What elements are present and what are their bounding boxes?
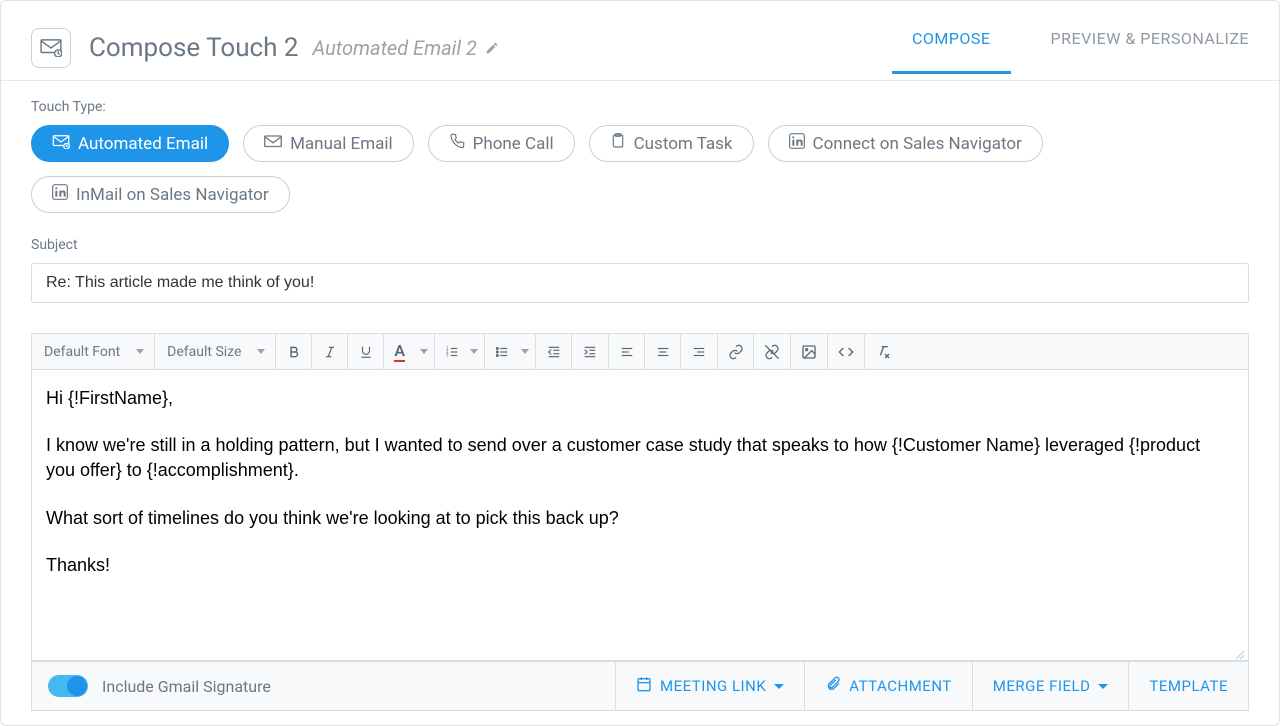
touch-type-connect-sales-nav[interactable]: Connect on Sales Navigator <box>768 125 1043 162</box>
clear-formatting-button[interactable] <box>865 334 901 370</box>
text-color-button[interactable]: A <box>384 334 434 370</box>
bold-button[interactable] <box>276 334 312 370</box>
tab-compose[interactable]: COMPOSE <box>912 29 991 72</box>
svg-text:3: 3 <box>447 352 450 357</box>
italic-button[interactable] <box>312 334 348 370</box>
clipboard-icon <box>610 133 626 154</box>
gmail-signature-toggle[interactable] <box>48 675 88 697</box>
page-subtitle[interactable]: Automated Email 2 <box>313 36 499 60</box>
attachment-button[interactable]: ATTACHMENT <box>804 662 972 710</box>
email-header-icon <box>31 28 71 68</box>
link-button[interactable] <box>718 334 754 370</box>
touch-type-options: Automated Email Manual Email Phone Call … <box>31 125 1249 213</box>
outdent-button[interactable] <box>536 334 572 370</box>
align-left-button[interactable] <box>609 334 645 370</box>
unordered-list-button[interactable] <box>485 334 535 370</box>
merge-field-button[interactable]: MERGE FIELD <box>972 662 1129 710</box>
editor-footer: Include Gmail Signature MEETING LINK ATT… <box>31 661 1249 711</box>
align-center-button[interactable] <box>645 334 681 370</box>
tab-preview-personalize[interactable]: PREVIEW & PERSONALIZE <box>1051 29 1249 72</box>
template-button[interactable]: TEMPLATE <box>1128 662 1248 710</box>
chevron-down-icon <box>420 349 428 354</box>
code-view-button[interactable] <box>828 334 864 370</box>
underline-button[interactable] <box>348 334 384 370</box>
editor-wrap: Default Font Default Size A <box>31 333 1249 661</box>
linkedin-icon <box>52 184 68 205</box>
header: Compose Touch 2 Automated Email 2 COMPOS… <box>1 1 1279 81</box>
subject-label: Subject <box>31 237 1249 253</box>
touch-type-custom-task[interactable]: Custom Task <box>589 125 754 162</box>
linkedin-icon <box>789 133 805 154</box>
touch-type-manual-email[interactable]: Manual Email <box>243 125 414 162</box>
calendar-icon <box>636 676 652 696</box>
touch-type-inmail-sales-nav[interactable]: InMail on Sales Navigator <box>31 176 290 213</box>
image-button[interactable] <box>791 334 827 370</box>
align-right-button[interactable] <box>681 334 717 370</box>
unlink-button[interactable] <box>754 334 790 370</box>
pencil-icon[interactable] <box>485 36 499 60</box>
size-select[interactable]: Default Size <box>155 334 275 369</box>
meeting-link-button[interactable]: MEETING LINK <box>615 662 804 710</box>
chevron-down-icon <box>136 349 144 354</box>
touch-type-label: Touch Type: <box>31 99 1249 115</box>
touch-type-automated-email[interactable]: Automated Email <box>31 125 229 162</box>
email-body-editor[interactable]: Hi {!FirstName}, I know we're still in a… <box>32 370 1248 660</box>
editor-toolbar: Default Font Default Size A <box>32 334 1248 370</box>
email-icon <box>264 134 282 154</box>
page-title: Compose Touch 2 <box>89 33 299 63</box>
resize-handle-icon[interactable] <box>1234 646 1246 658</box>
subject-input[interactable] <box>31 263 1249 303</box>
chevron-down-icon <box>1098 684 1108 689</box>
gmail-signature-label: Include Gmail Signature <box>102 677 271 696</box>
email-paragraph: Hi {!FirstName}, <box>46 386 1234 411</box>
email-paragraph: Thanks! <box>46 553 1234 578</box>
font-select[interactable]: Default Font <box>32 334 154 369</box>
chevron-down-icon <box>521 349 529 354</box>
email-auto-icon <box>52 134 70 154</box>
compose-touch-panel: Compose Touch 2 Automated Email 2 COMPOS… <box>0 0 1280 726</box>
indent-button[interactable] <box>572 334 608 370</box>
phone-icon <box>449 133 465 154</box>
chevron-down-icon <box>470 349 478 354</box>
email-paragraph: What sort of timelines do you think we'r… <box>46 506 1234 531</box>
email-paragraph: I know we're still in a holding pattern,… <box>46 433 1234 483</box>
touch-type-phone-call[interactable]: Phone Call <box>428 125 575 162</box>
tabs: COMPOSE PREVIEW & PERSONALIZE <box>912 15 1249 80</box>
chevron-down-icon <box>257 349 265 354</box>
ordered-list-button[interactable]: 123 <box>435 334 485 370</box>
attachment-icon <box>825 676 841 696</box>
body: Touch Type: Automated Email Manual Email… <box>1 81 1279 711</box>
chevron-down-icon <box>774 684 784 689</box>
